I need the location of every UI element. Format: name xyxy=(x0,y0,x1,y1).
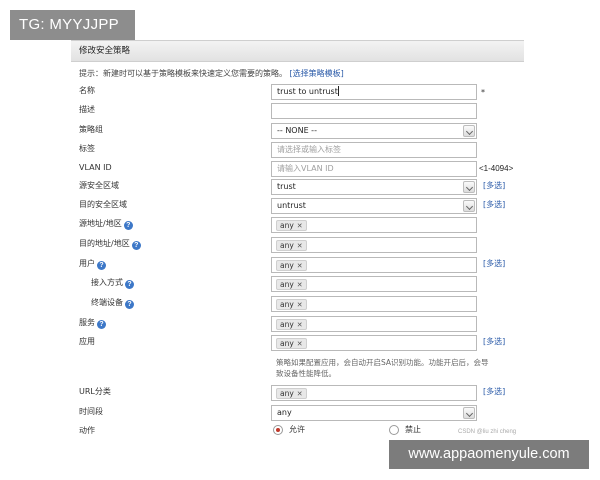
action-label: 动作 xyxy=(79,426,95,435)
help-icon[interactable]: ? xyxy=(97,261,106,270)
tag-chip: any ✕ xyxy=(276,299,307,310)
user-label-text: 用户 xyxy=(79,259,95,268)
help-icon[interactable]: ? xyxy=(131,241,141,250)
src-addr-label-text: 源地址/地区 xyxy=(79,219,122,228)
vlan-label: VLAN ID xyxy=(79,163,112,172)
remove-tag-icon[interactable]: ✕ xyxy=(297,242,303,250)
dst-addr-label-text: 目的地址/地区 xyxy=(79,239,130,248)
access-mode-label-text: 接入方式 xyxy=(91,278,123,287)
url-category-label: URL分类 xyxy=(79,387,111,396)
application-multi-link[interactable]: [多选] xyxy=(483,335,505,349)
time-range-label: 时间段 xyxy=(79,407,103,416)
action-deny-label[interactable]: 禁止 xyxy=(405,424,421,436)
access-mode-label: 接入方式? xyxy=(91,276,134,290)
service-label-text: 服务 xyxy=(79,318,95,327)
remove-tag-icon[interactable]: ✕ xyxy=(297,281,303,289)
description-label: 描述 xyxy=(79,105,95,114)
chevron-down-icon[interactable] xyxy=(463,407,475,419)
chevron-down-icon[interactable] xyxy=(463,200,475,212)
tag-text: any xyxy=(280,221,294,230)
panel-title: 修改安全策略 xyxy=(71,40,524,62)
action-allow-label[interactable]: 允许 xyxy=(289,424,305,436)
application-note: 策略如果配置应用，会自动开启SA识别功能。功能开启后，会导致设备性能降低。 xyxy=(276,358,489,378)
time-range-select[interactable]: any xyxy=(271,405,477,421)
src-zone-label: 源安全区域 xyxy=(79,181,119,190)
dst-zone-select[interactable]: untrust xyxy=(271,198,477,214)
required-mark: * xyxy=(481,88,485,97)
tag-text: any xyxy=(280,339,294,348)
service-label: 服务? xyxy=(79,316,106,330)
action-allow-radio[interactable] xyxy=(273,425,283,435)
src-zone-select[interactable]: trust xyxy=(271,179,477,195)
action-deny-radio[interactable] xyxy=(389,425,399,435)
src-zone-value: trust xyxy=(277,182,296,191)
tag-chip: any ✕ xyxy=(276,240,307,251)
tag-chip: any ✕ xyxy=(276,338,307,349)
tag-chip: any ✕ xyxy=(276,388,307,399)
access-mode-input[interactable]: any ✕ xyxy=(271,276,477,292)
dst-addr-label: 目的地址/地区? xyxy=(79,237,141,251)
dst-addr-input[interactable]: any ✕ xyxy=(271,237,477,253)
name-input[interactable]: trust to untrust xyxy=(271,84,477,100)
tag-chip: any ✕ xyxy=(276,260,307,271)
dst-zone-value: untrust xyxy=(277,201,306,210)
application-label: 应用 xyxy=(79,337,95,346)
tags-input[interactable]: 请选择或输入标签 xyxy=(271,142,477,158)
help-icon[interactable]: ? xyxy=(125,300,134,309)
text-caret xyxy=(337,86,339,96)
terminal-label: 终端设备? xyxy=(91,296,134,310)
name-value: trust to untrust xyxy=(277,87,338,96)
user-label: 用户? xyxy=(79,257,106,271)
tag-text: any xyxy=(280,261,294,270)
tag-text: any xyxy=(280,241,294,250)
url-category-input[interactable]: any ✕ xyxy=(271,385,477,401)
description-input[interactable] xyxy=(271,103,477,119)
policy-group-value: -- NONE -- xyxy=(277,126,317,135)
remove-tag-icon[interactable]: ✕ xyxy=(297,390,303,398)
remove-tag-icon[interactable]: ✕ xyxy=(297,321,303,329)
tip-text: 提示：新建时可以基于策略模板来快速定义您需要的策略。 [选择策略模板] xyxy=(79,68,344,79)
src-addr-label: 源地址/地区? xyxy=(79,217,133,231)
vlan-input[interactable]: 请输入VLAN ID xyxy=(271,161,477,177)
vlan-range-hint: <1-4094> xyxy=(479,164,514,173)
remove-tag-icon[interactable]: ✕ xyxy=(297,340,303,348)
help-icon[interactable]: ? xyxy=(97,320,106,329)
service-input[interactable]: any ✕ xyxy=(271,316,477,332)
tag-text: any xyxy=(280,300,294,309)
select-template-link[interactable]: [选择策略模板] xyxy=(290,69,344,78)
credit-text: CSDN @liu zhi cheng xyxy=(458,429,517,435)
tag-chip: any ✕ xyxy=(276,319,307,330)
user-input[interactable]: any ✕ xyxy=(271,257,477,273)
watermark-bottom: www.appaomenyule.com xyxy=(389,440,589,469)
time-range-value: any xyxy=(277,408,292,417)
url-category-multi-link[interactable]: [多选] xyxy=(483,385,505,399)
tip-message: 提示：新建时可以基于策略模板来快速定义您需要的策略。 xyxy=(79,69,287,78)
tag-text: any xyxy=(280,389,294,398)
remove-tag-icon[interactable]: ✕ xyxy=(297,301,303,309)
policy-group-select[interactable]: -- NONE -- xyxy=(271,123,477,139)
tag-chip: any ✕ xyxy=(276,220,307,231)
src-addr-input[interactable]: any ✕ xyxy=(271,217,477,233)
help-icon[interactable]: ? xyxy=(123,221,133,230)
tag-text: any xyxy=(280,320,294,329)
remove-tag-icon[interactable]: ✕ xyxy=(297,222,303,230)
user-multi-link[interactable]: [多选] xyxy=(483,257,505,271)
dst-zone-multi-link[interactable]: [多选] xyxy=(483,198,505,212)
application-input[interactable]: any ✕ xyxy=(271,335,477,351)
watermark-top: TG: MYYJJPP xyxy=(10,10,135,40)
chevron-down-icon[interactable] xyxy=(463,125,475,137)
help-icon[interactable]: ? xyxy=(125,280,134,289)
terminal-label-text: 终端设备 xyxy=(91,298,123,307)
src-zone-multi-link[interactable]: [多选] xyxy=(483,179,505,193)
dst-zone-label: 目的安全区域 xyxy=(79,200,127,209)
policy-group-label: 策略组 xyxy=(79,125,103,134)
tags-label: 标签 xyxy=(79,144,95,153)
chevron-down-icon[interactable] xyxy=(463,181,475,193)
name-label: 名称 xyxy=(79,86,95,95)
terminal-input[interactable]: any ✕ xyxy=(271,296,477,312)
tag-chip: any ✕ xyxy=(276,279,307,290)
tag-text: any xyxy=(280,280,294,289)
remove-tag-icon[interactable]: ✕ xyxy=(297,262,303,270)
